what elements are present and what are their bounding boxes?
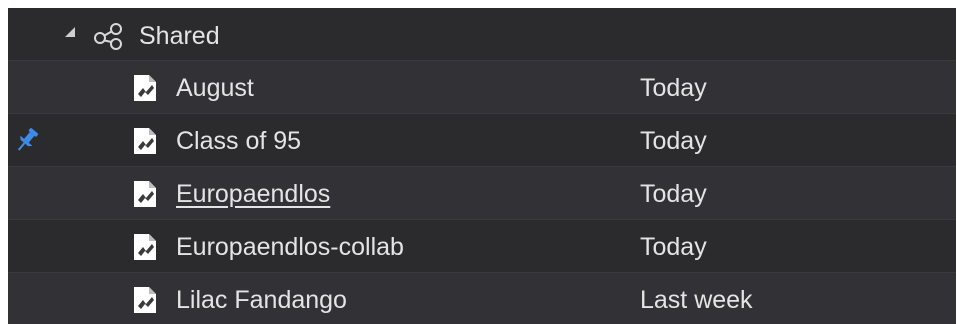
file-name: Class of 95 bbox=[176, 127, 302, 155]
file-date: Today bbox=[640, 180, 707, 208]
file-date: Today bbox=[640, 74, 707, 102]
group-label: Shared bbox=[139, 22, 220, 50]
file-name: Europaendlos-collab bbox=[176, 233, 404, 261]
list-item[interactable]: Class of 95 Today bbox=[8, 114, 956, 167]
file-name: Lilac Fandango bbox=[176, 286, 347, 314]
list-item[interactable]: Europaendlos Today bbox=[8, 167, 956, 220]
list-item[interactable]: Europaendlos-collab Today bbox=[8, 220, 956, 273]
file-date: Today bbox=[640, 127, 707, 155]
file-name-link[interactable]: Europaendlos bbox=[176, 180, 330, 208]
file-name: August bbox=[176, 74, 254, 102]
file-date: Today bbox=[640, 233, 707, 261]
document-icon bbox=[134, 287, 156, 313]
group-row-shared[interactable]: Shared bbox=[8, 8, 956, 61]
list-item[interactable]: August Today bbox=[8, 61, 956, 114]
document-icon bbox=[134, 181, 156, 207]
share-icon bbox=[94, 23, 122, 50]
disclosure-triangle-icon[interactable] bbox=[65, 27, 75, 37]
document-icon bbox=[134, 128, 156, 154]
file-date: Last week bbox=[640, 286, 753, 314]
pin-icon[interactable] bbox=[14, 125, 40, 155]
document-icon bbox=[134, 75, 156, 101]
document-icon bbox=[134, 234, 156, 260]
list-item[interactable]: Lilac Fandango Last week bbox=[8, 273, 956, 324]
file-list-panel: Shared August Today Class of 95 Today Eu… bbox=[8, 8, 956, 324]
